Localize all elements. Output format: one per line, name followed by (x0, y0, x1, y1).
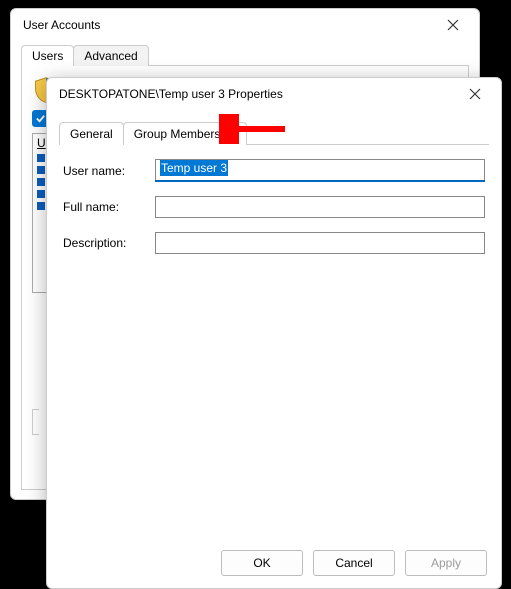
list-item[interactable] (37, 202, 45, 210)
username-field[interactable]: Temp user 3 (155, 159, 485, 181)
ok-button[interactable]: OK (221, 550, 303, 576)
description-row: Description: (63, 232, 485, 254)
general-tab-panel: User name: Temp user 3 Full name: Descri… (59, 145, 489, 282)
list-item[interactable] (37, 190, 45, 198)
list-item[interactable] (37, 154, 45, 162)
list-item[interactable] (37, 178, 45, 186)
user-properties-dialog: DESKTOPATONE\Temp user 3 Properties Gene… (46, 77, 502, 589)
description-label: Description: (63, 236, 155, 250)
properties-tabs: General Group Membership (59, 118, 489, 145)
close-icon (469, 88, 481, 100)
properties-titlebar: DESKTOPATONE\Temp user 3 Properties (47, 78, 501, 110)
username-row: User name: Temp user 3 (63, 159, 485, 182)
checkmark-icon (35, 113, 46, 124)
username-focus-underline (155, 180, 485, 182)
properties-title: DESKTOPATONE\Temp user 3 Properties (59, 87, 283, 101)
list-item[interactable] (37, 166, 45, 174)
close-icon (447, 19, 459, 31)
user-accounts-title: User Accounts (23, 18, 100, 32)
user-accounts-close-button[interactable] (435, 11, 471, 39)
user-accounts-tabs: Users Advanced (21, 41, 469, 66)
description-field[interactable] (155, 232, 485, 254)
username-label: User name: (63, 164, 155, 178)
tab-group-membership[interactable]: Group Membership (123, 122, 248, 145)
tab-users[interactable]: Users (21, 45, 74, 66)
fullname-row: Full name: (63, 196, 485, 218)
username-value-selected: Temp user 3 (160, 160, 228, 176)
properties-body: General Group Membership User name: Temp… (47, 110, 501, 538)
tab-advanced[interactable]: Advanced (73, 45, 148, 66)
fullname-label: Full name: (63, 200, 155, 214)
cancel-button[interactable]: Cancel (313, 550, 395, 576)
properties-close-button[interactable] (457, 80, 493, 108)
apply-button[interactable]: Apply (405, 550, 487, 576)
dialog-button-bar: OK Cancel Apply (47, 538, 501, 588)
user-accounts-titlebar: User Accounts (11, 9, 479, 41)
panel-fragment (32, 409, 39, 435)
tab-general[interactable]: General (59, 122, 124, 145)
fullname-field[interactable] (155, 196, 485, 218)
